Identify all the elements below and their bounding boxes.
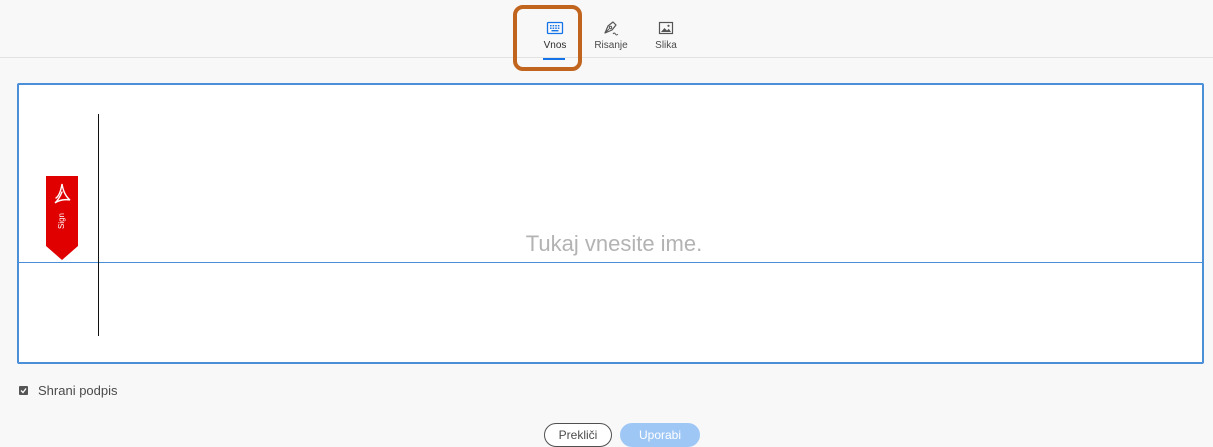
active-tab-indicator — [543, 58, 565, 60]
tab-image-label: Slika — [655, 40, 677, 51]
cancel-button[interactable]: Prekliči — [544, 423, 612, 447]
checkmark-icon — [20, 387, 27, 393]
tab-type[interactable]: Vnos — [530, 14, 580, 60]
image-icon — [658, 21, 674, 35]
pen-icon — [604, 21, 619, 36]
tab-type-label: Vnos — [543, 40, 567, 51]
apply-button[interactable]: Uporabi — [620, 423, 700, 447]
tab-draw[interactable]: Risanje — [586, 14, 636, 60]
save-signature-row[interactable]: Shrani podpis — [19, 382, 118, 398]
save-signature-checkbox[interactable] — [19, 385, 28, 395]
signature-dialog: Vnos Risanje Slika Sign Tukaj vnesite im… — [0, 0, 1213, 447]
signature-name-input[interactable] — [139, 227, 1089, 261]
signature-start-line — [98, 114, 99, 336]
signature-canvas[interactable]: Sign — [17, 83, 1204, 364]
sign-here-badge: Sign — [46, 176, 78, 260]
signature-mode-tabs: Vnos Risanje Slika — [0, 0, 1213, 60]
save-signature-label: Shrani podpis — [38, 382, 118, 398]
signature-baseline — [19, 262, 1202, 263]
sign-badge-label: Sign — [57, 213, 66, 230]
tab-image[interactable]: Slika — [641, 14, 691, 60]
keyboard-icon — [546, 21, 564, 35]
tab-draw-label: Risanje — [594, 40, 628, 51]
